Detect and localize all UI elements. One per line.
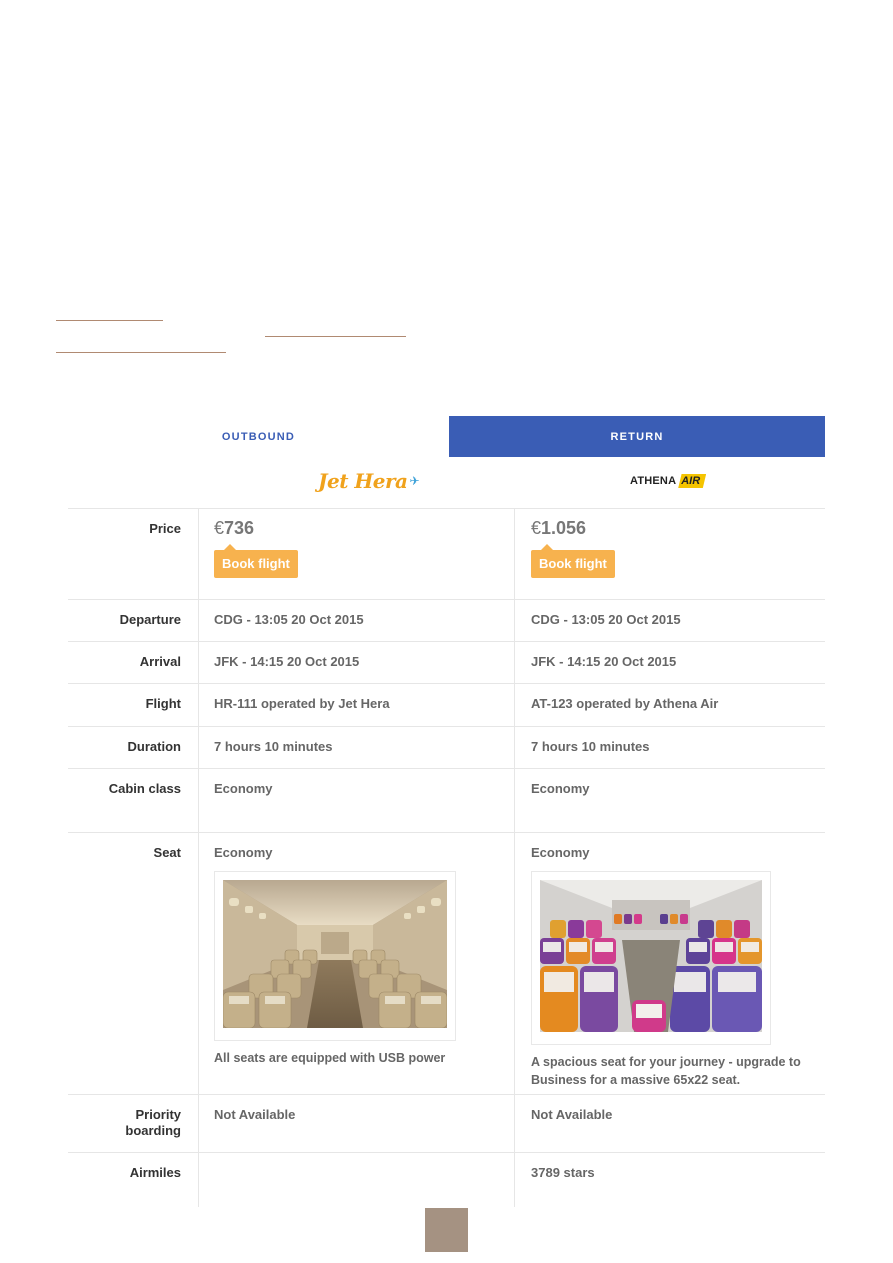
link-underline-2[interactable] [265, 336, 406, 337]
seat-image-frame [531, 871, 771, 1045]
book-flight-button[interactable]: Book flight [214, 544, 298, 578]
row-label: Priority boarding [125, 1107, 181, 1138]
cabin-photo-athena-air [540, 880, 762, 1032]
duration-cell: 7 hours 10 minutes [514, 727, 825, 768]
jet-hera-logo-text: Jet Hera [318, 469, 408, 493]
row-duration: Duration 7 hours 10 minutes 7 hours 10 m… [68, 727, 825, 769]
price-value: €736 [214, 518, 514, 538]
cabin-class-cell: Economy [198, 769, 514, 832]
row-label: Flight [145, 696, 181, 711]
price-cell-jet-hera: €736 Book flight [198, 509, 514, 599]
cabin-photo-jet-hera [222, 880, 448, 1029]
flight-cell: HR-111 operated by Jet Hera [198, 684, 514, 726]
airline-logos-row: Jet Hera ✈ ATHENA AIR [68, 457, 825, 509]
tab-return[interactable]: RETURN [449, 416, 825, 457]
cabin-class-cell: Economy [514, 769, 825, 832]
price-amount: 736 [224, 518, 255, 538]
plane-icon: ✈ [409, 474, 420, 488]
row-label: Arrival [139, 654, 181, 669]
seat-class: Economy [214, 845, 273, 860]
row-seat: Seat Economy All seats are equipped with… [68, 833, 825, 1095]
tab-outbound[interactable]: OUTBOUND [68, 416, 449, 457]
seat-caption: All seats are equipped with USB power [214, 1051, 446, 1065]
row-label: Seat [153, 845, 181, 860]
row-airmiles: Airmiles 3789 stars [68, 1153, 825, 1207]
athena-logo-accent: AIR [678, 474, 707, 488]
jet-hera-logo: Jet Hera ✈ [318, 469, 420, 493]
seat-image-frame [214, 871, 456, 1041]
arrival-cell: JFK - 14:15 20 Oct 2015 [514, 642, 825, 683]
price-cell-athena-air: €1.056 Book flight [514, 509, 825, 599]
athena-logo-text: ATHENA [630, 475, 677, 487]
duration-cell: 7 hours 10 minutes [198, 727, 514, 768]
row-label: Duration [127, 739, 181, 754]
row-label: Price [149, 521, 181, 536]
airmiles-cell [198, 1153, 514, 1207]
currency-symbol: € [531, 518, 542, 538]
row-priority-boarding: Priority boarding Not Available Not Avai… [68, 1095, 825, 1153]
page-marker [425, 1208, 468, 1252]
departure-cell: CDG - 13:05 20 Oct 2015 [514, 600, 825, 641]
airmiles-cell: 3789 stars [514, 1153, 825, 1207]
row-cabin-class: Cabin class Economy Economy [68, 769, 825, 833]
seat-class: Economy [531, 845, 590, 860]
seat-cell-athena-air: Economy A spacious seat for your journey… [514, 833, 825, 1094]
price-value: €1.056 [531, 518, 825, 538]
link-underline-3[interactable] [56, 352, 226, 353]
priority-boarding-cell: Not Available [514, 1095, 825, 1152]
athena-air-logo: ATHENA AIR [630, 474, 707, 488]
flight-comparison-table: Price €736 Book flight €1.056 Book fligh… [68, 509, 825, 1207]
arrival-cell: JFK - 14:15 20 Oct 2015 [198, 642, 514, 683]
book-flight-button[interactable]: Book flight [531, 544, 615, 578]
seat-cell-jet-hera: Economy All seats are equipped with USB … [198, 833, 514, 1094]
direction-tabs: OUTBOUND RETURN [68, 416, 825, 457]
row-flight: Flight HR-111 operated by Jet Hera AT-12… [68, 684, 825, 727]
flight-cell: AT-123 operated by Athena Air [514, 684, 825, 726]
currency-symbol: € [214, 518, 225, 538]
link-underline-1[interactable] [56, 320, 163, 321]
price-amount: 1.056 [541, 518, 587, 538]
row-arrival: Arrival JFK - 14:15 20 Oct 2015 JFK - 14… [68, 642, 825, 684]
seat-caption: A spacious seat for your journey - upgra… [531, 1055, 801, 1087]
row-label: Airmiles [129, 1165, 181, 1180]
departure-cell: CDG - 13:05 20 Oct 2015 [198, 600, 514, 641]
row-price: Price €736 Book flight €1.056 Book fligh… [68, 509, 825, 600]
row-label: Cabin class [108, 781, 181, 796]
row-label: Departure [119, 612, 181, 627]
priority-boarding-cell: Not Available [198, 1095, 514, 1152]
row-departure: Departure CDG - 13:05 20 Oct 2015 CDG - … [68, 600, 825, 642]
